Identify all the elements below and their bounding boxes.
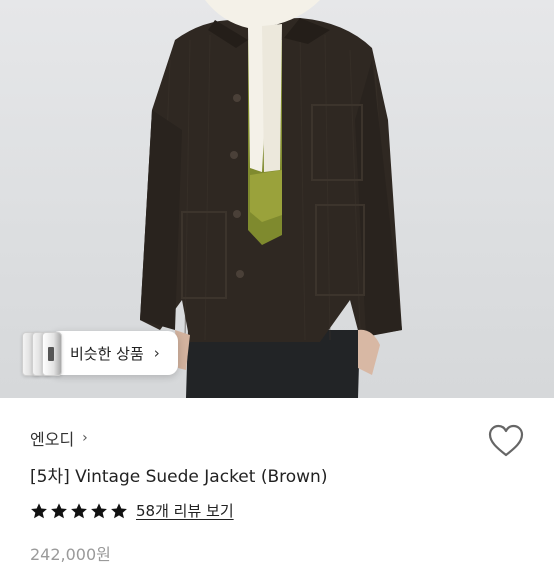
brand-name: 엔오디 [30, 430, 75, 449]
similar-products-button[interactable]: 비슷한 상품 › [50, 331, 178, 375]
star-icon [31, 502, 47, 518]
view-reviews-link[interactable]: 58개 리뷰 보기 [136, 500, 234, 521]
product-image[interactable]: 비슷한 상품 › [0, 0, 554, 398]
similar-products-chip[interactable]: 비슷한 상품 › [22, 330, 178, 376]
product-info: 엔오디 › [5차] Vintage Suede Jacket (Brown) … [0, 398, 554, 564]
product-price: 242,000원 [30, 545, 111, 564]
similar-products-label: 비슷한 상품 [70, 344, 144, 363]
star-icon [71, 502, 87, 518]
rating-stars [30, 502, 128, 520]
chevron-right-icon: › [153, 344, 160, 362]
similar-thumbnails [22, 330, 62, 376]
similar-thumbnail [42, 332, 62, 376]
product-title: [5차] Vintage Suede Jacket (Brown) [30, 467, 328, 487]
heart-outline-icon[interactable] [488, 424, 524, 458]
chevron-right-icon: › [82, 430, 88, 446]
rating-row: 58개 리뷰 보기 [30, 500, 234, 521]
star-icon [51, 502, 67, 518]
brand-link[interactable]: 엔오디 › [30, 426, 88, 450]
star-icon [91, 502, 107, 518]
star-icon [111, 502, 127, 518]
